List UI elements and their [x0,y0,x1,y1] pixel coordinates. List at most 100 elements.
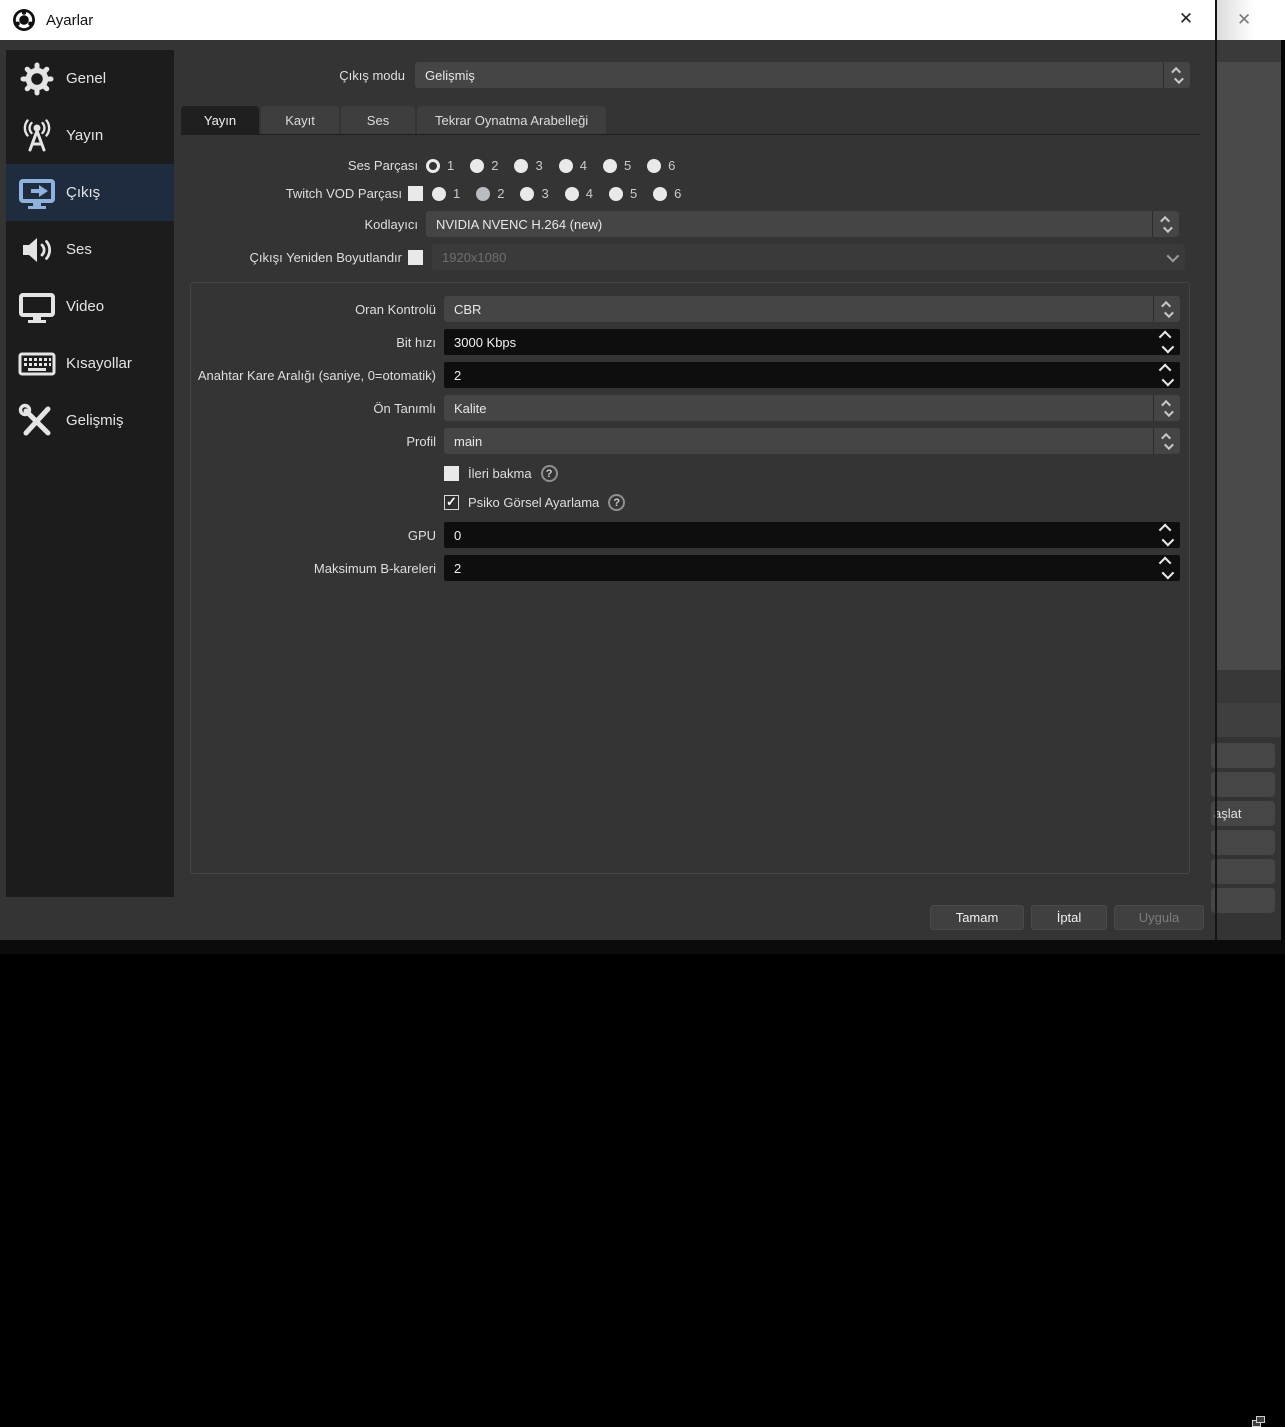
output-mode-value: Gelişmiş [425,68,475,83]
sidebar-item-label: Video [66,298,104,315]
ok-button[interactable]: Tamam [930,905,1024,930]
keyframe-interval-row: Anahtar Kare Aralığı (saniye, 0=otomatik… [191,362,1189,388]
apply-button[interactable]: Uygula [1114,905,1204,930]
monitor-icon [16,288,58,326]
settings-content: Çıkış modu Gelişmiş Yayın Kayıt Ses Tekr… [181,40,1200,940]
screen: Ayarlar ✕ Genel [0,0,1285,954]
output-tabs: Yayın Kayıt Ses Tekrar Oynatma Arabelleğ… [181,106,606,134]
twitch-vod-radio-3[interactable] [520,187,534,201]
audio-track-radio-1[interactable] [426,159,440,173]
spinner-arrows-icon[interactable] [1154,522,1178,548]
main-window-partial: ✕ aşlat [1217,0,1285,954]
help-icon[interactable]: ? [541,465,558,482]
rate-control-row: Oran Kontrolü CBR [191,296,1189,322]
output-mode-select[interactable]: Gelişmiş [415,62,1190,88]
main-window-close-button[interactable]: ✕ [1237,10,1251,30]
twitch-vod-row: Twitch VOD Parçası 1 2 3 4 5 6 [181,186,1200,201]
sidebar-item-label: Genel [66,70,106,87]
popout-icon[interactable] [1252,1416,1265,1427]
encoder-select[interactable]: NVIDIA NVENC H.264 (new) [426,211,1179,237]
gpu-value: 0 [454,528,461,543]
profile-select[interactable]: main [444,428,1180,454]
spinner-arrows-icon[interactable] [1154,362,1178,388]
sidebar-item-audio[interactable]: Ses [6,221,174,278]
start-streaming-button-partial[interactable]: aşlat [1211,801,1275,826]
sidebar-item-label: Yayın [66,127,103,144]
gpu-spinner[interactable]: 0 [444,522,1180,548]
rate-control-label: Oran Kontrolü [191,302,436,317]
settings-dialog: Ayarlar ✕ Genel [0,0,1216,954]
gpu-row: GPU 0 [191,522,1189,548]
dialog-titlebar: Ayarlar ✕ [0,0,1216,40]
max-bframes-label: Maksimum B-kareleri [191,561,436,576]
bitrate-spinner[interactable]: 3000 Kbps [444,329,1180,355]
audio-track-radio-6[interactable] [647,159,661,173]
max-bframes-spinner[interactable]: 2 [444,555,1180,581]
tab-audio[interactable]: Ses [341,106,415,134]
spinner-arrows-icon[interactable] [1154,329,1178,355]
twitch-vod-checkbox[interactable] [408,186,423,201]
sidebar-item-output[interactable]: Çıkış [6,164,174,221]
controls-dock-button[interactable] [1211,772,1275,797]
lookahead-checkbox[interactable] [444,466,459,481]
sidebar-item-general[interactable]: Genel [6,50,174,107]
output-mode-row: Çıkış modu Gelişmiş [181,62,1200,88]
bitrate-label: Bit hızı [191,335,436,350]
dialog-close-button[interactable]: ✕ [1164,0,1208,38]
preset-label: Ön Tanımlı [191,401,436,416]
spinner-arrows-icon[interactable] [1154,555,1178,581]
speaker-icon [16,231,58,269]
rescale-label: Çıkışı Yeniden Boyutlandır [181,250,402,265]
psycho-visual-label: Psiko Görsel Ayarlama [468,495,599,510]
preset-select[interactable]: Kalite [444,395,1180,421]
encoder-row: Kodlayıcı NVIDIA NVENC H.264 (new) [181,211,1200,237]
twitch-vod-radio-1[interactable] [432,187,446,201]
broadcast-icon [16,117,58,155]
combo-arrows-icon [1152,211,1179,237]
controls-dock-button[interactable] [1211,888,1275,913]
audio-track-radio-3[interactable] [514,159,528,173]
obs-logo-icon [12,8,36,32]
rescale-checkbox[interactable] [408,250,423,265]
output-icon [16,174,58,212]
encoder-settings-group: Oran Kontrolü CBR Bit hızı 3000 Kbps Ana… [190,282,1190,874]
sidebar-item-hotkeys[interactable]: Kısayollar [6,335,174,392]
tab-replay-buffer[interactable]: Tekrar Oynatma Arabelleği [417,106,606,134]
keyboard-icon [16,345,58,383]
bitrate-value: 3000 Kbps [454,335,516,350]
twitch-vod-radio-4[interactable] [565,187,579,201]
sidebar-item-advanced[interactable]: Gelişmiş [6,392,174,449]
twitch-vod-radio-6[interactable] [653,187,667,201]
profile-row: Profil main [191,428,1189,454]
audio-track-radio-5[interactable] [603,159,617,173]
psycho-visual-row: Psiko Görsel Ayarlama ? [444,494,1189,511]
help-icon[interactable]: ? [608,494,625,511]
preset-value: Kalite [454,401,487,416]
controls-dock-button[interactable] [1211,830,1275,855]
controls-dock-button[interactable] [1211,859,1275,884]
twitch-vod-radio-2[interactable] [476,187,490,201]
lookahead-row: İleri bakma ? [444,465,1189,482]
twitch-vod-radio-5[interactable] [609,187,623,201]
sidebar-item-stream[interactable]: Yayın [6,107,174,164]
audio-track-radio-2[interactable] [470,159,484,173]
controls-dock-button[interactable] [1211,743,1275,768]
sidebar-item-label: Ses [66,241,92,258]
audio-track-label: Ses Parçası [181,158,418,173]
tab-recording[interactable]: Kayıt [261,106,339,134]
psycho-visual-checkbox[interactable] [444,495,459,510]
profile-value: main [454,434,482,449]
tab-stream[interactable]: Yayın [181,106,259,134]
main-window-titlebar: ✕ [1217,0,1285,40]
profile-label: Profil [191,434,436,449]
keyframe-interval-spinner[interactable]: 2 [444,362,1180,388]
max-bframes-row: Maksimum B-kareleri 2 [191,555,1189,581]
sidebar-item-video[interactable]: Video [6,278,174,335]
audio-track-radio-4[interactable] [559,159,573,173]
rescale-resolution-select: 1920x1080 [432,244,1185,270]
cancel-button[interactable]: İptal [1031,905,1107,930]
combo-arrows-icon [1163,62,1190,88]
rate-control-select[interactable]: CBR [444,296,1180,322]
sidebar-item-label: Kısayollar [66,355,132,372]
window-border [1215,0,1217,954]
